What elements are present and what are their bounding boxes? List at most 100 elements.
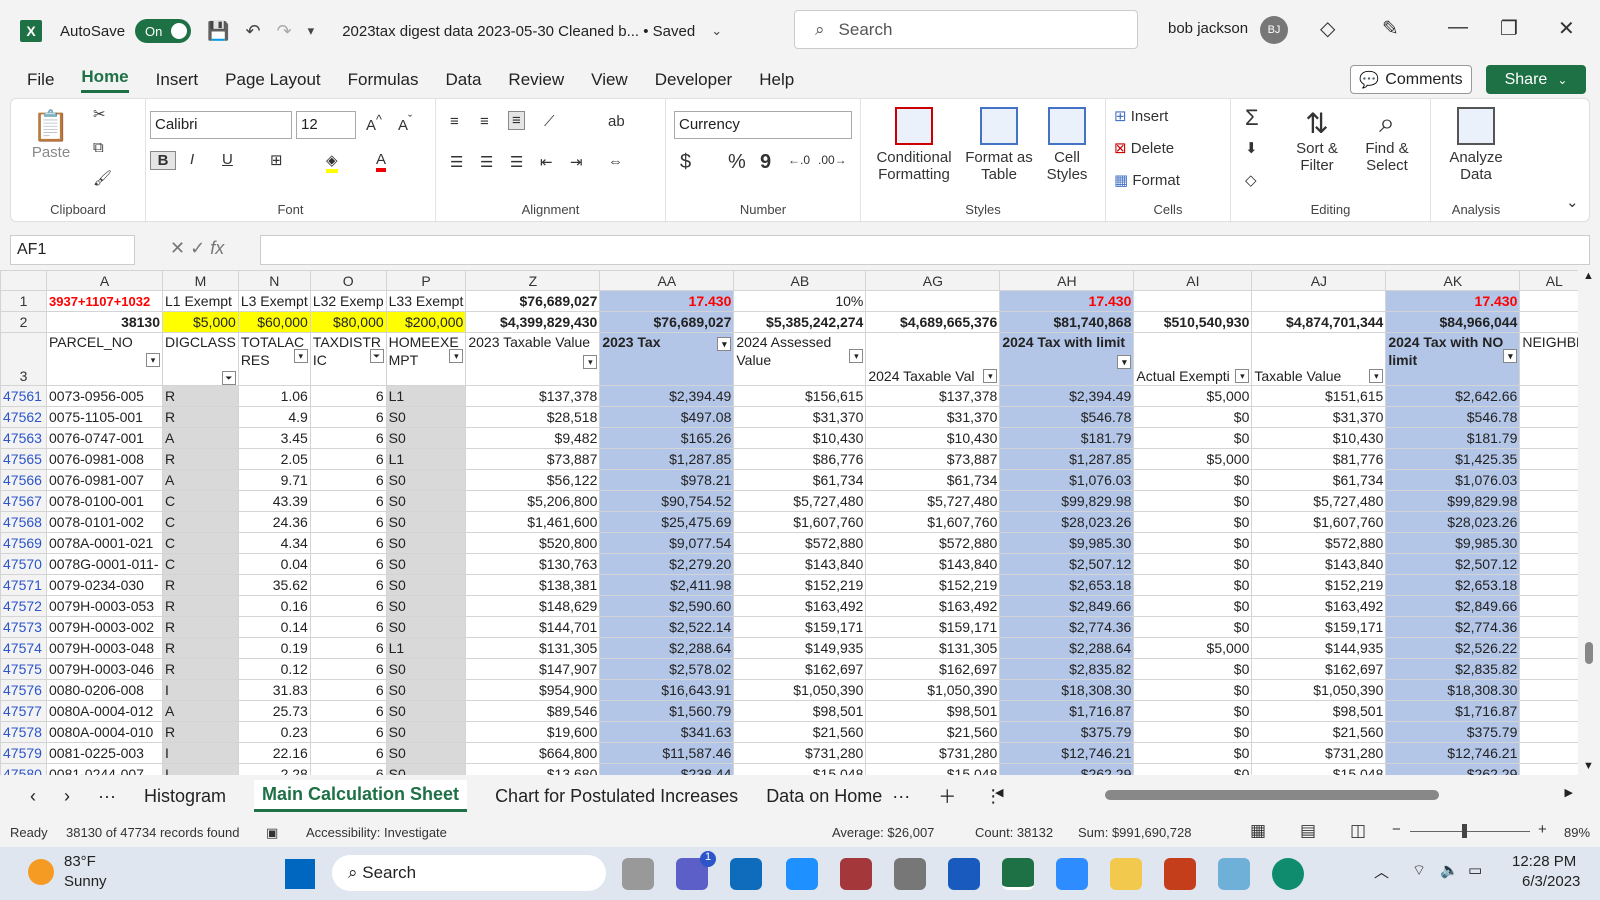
cell[interactable]: 0081-0225-003 — [46, 742, 163, 764]
cell[interactable]: $15,048 — [733, 763, 867, 775]
menu-review[interactable]: Review — [508, 70, 564, 90]
cell[interactable]: $572,880 — [865, 532, 1001, 554]
fill-icon[interactable]: ⬇ — [1245, 139, 1258, 157]
cell[interactable]: $2,507.12 — [1385, 553, 1521, 575]
find-select-button[interactable]: ⌕ Find & Select — [1355, 107, 1419, 174]
column-title[interactable]: TAXDISTR IC ⏷ — [309, 332, 387, 386]
cell[interactable]: A — [162, 427, 239, 449]
cell[interactable] — [1133, 290, 1253, 312]
cell[interactable]: $1,076.03 — [1385, 469, 1521, 491]
decrease-indent-icon[interactable]: ⇤ — [540, 153, 553, 171]
cell[interactable]: $2,774.36 — [1385, 616, 1521, 638]
cell[interactable]: S0 — [385, 595, 467, 617]
cell[interactable]: $25,475.69 — [599, 511, 735, 533]
collapse-ribbon-icon[interactable]: ⌄ — [1566, 193, 1579, 211]
paste-button[interactable]: 📋 Paste — [31, 109, 71, 161]
redo-icon[interactable]: ↷ — [277, 21, 292, 42]
cell[interactable]: 6 — [309, 742, 387, 764]
menu-insert[interactable]: Insert — [156, 70, 199, 90]
cell[interactable]: S0 — [385, 616, 467, 638]
cell[interactable]: $0 — [1133, 427, 1253, 449]
scroll-up-icon[interactable]: ▲ — [1583, 270, 1594, 282]
cell[interactable]: $5,206,800 — [465, 490, 601, 512]
cell[interactable]: 6 — [309, 469, 387, 491]
menu-help[interactable]: Help — [759, 70, 794, 90]
cell[interactable]: $1,607,760 — [733, 511, 867, 533]
cell[interactable]: $731,280 — [1251, 742, 1387, 764]
menu-formulas[interactable]: Formulas — [348, 70, 419, 90]
comments-button[interactable]: 💬 Comments — [1350, 65, 1472, 94]
access-icon[interactable] — [840, 858, 872, 890]
formula-input[interactable] — [260, 235, 1590, 265]
cell[interactable]: $86,776 — [733, 448, 867, 470]
cancel-icon[interactable]: ✕ — [170, 238, 185, 258]
cell[interactable]: $84,966,044 — [1385, 311, 1521, 333]
cell[interactable]: $1,050,390 — [1251, 679, 1387, 701]
cell[interactable]: 6 — [309, 658, 387, 680]
page-layout-view-icon[interactable]: ▤ — [1300, 821, 1316, 841]
column-header[interactable]: AK — [1385, 270, 1521, 291]
cell[interactable]: 31.83 — [237, 679, 311, 701]
cell[interactable]: 4.34 — [237, 532, 311, 554]
column-title[interactable]: PARCEL_NO ▾ — [46, 332, 163, 386]
cell[interactable]: $90,754.52 — [599, 490, 735, 512]
cell[interactable]: 0079-0234-030 — [46, 574, 163, 596]
menu-home[interactable]: Home — [81, 67, 129, 93]
cell[interactable]: $1,461,600 — [465, 511, 601, 533]
cell[interactable]: 0.16 — [237, 595, 311, 617]
cell[interactable]: 0081-0244-007 — [46, 763, 163, 775]
cell[interactable]: 6 — [309, 595, 387, 617]
row-number[interactable]: 47580 — [0, 763, 47, 775]
cell[interactable]: $0 — [1133, 742, 1253, 764]
row-number[interactable]: 47569 — [0, 532, 47, 554]
cell[interactable]: $9,482 — [465, 427, 601, 449]
cell[interactable]: $181.79 — [999, 427, 1135, 449]
fx-icon[interactable]: fx — [210, 238, 224, 258]
row-number[interactable]: 47573 — [0, 616, 47, 638]
cell[interactable]: $80,000 — [309, 311, 387, 333]
cell[interactable]: $341.63 — [599, 721, 735, 743]
cell[interactable]: 0075-1105-001 — [46, 406, 163, 428]
row-number[interactable]: 47579 — [0, 742, 47, 764]
cell[interactable]: A — [162, 700, 239, 722]
cell[interactable]: $21,560 — [865, 721, 1001, 743]
cell[interactable]: $2,835.82 — [1385, 658, 1521, 680]
cell[interactable]: 1.06 — [237, 385, 311, 407]
task-view-icon[interactable] — [622, 858, 654, 890]
cell[interactable]: $138,381 — [465, 574, 601, 596]
row-number[interactable]: 47568 — [0, 511, 47, 533]
add-sheet-icon[interactable]: ＋ — [938, 783, 956, 809]
number-format-select[interactable]: Currency — [674, 111, 852, 139]
cell[interactable]: $1,716.87 — [999, 700, 1135, 722]
cell[interactable]: 6 — [309, 427, 387, 449]
cell[interactable]: $143,840 — [733, 553, 867, 575]
cell[interactable]: $572,880 — [733, 532, 867, 554]
cell[interactable]: 4.9 — [237, 406, 311, 428]
cell[interactable]: $137,378 — [865, 385, 1001, 407]
cell[interactable]: $10,430 — [865, 427, 1001, 449]
cell[interactable]: S0 — [385, 553, 467, 575]
tab-chart-postulated-increases[interactable]: Chart for Postulated Increases — [495, 786, 738, 807]
cell[interactable]: $954,900 — [465, 679, 601, 701]
cell[interactable]: $31,370 — [865, 406, 1001, 428]
cell[interactable]: $5,000 — [162, 311, 239, 333]
row-number[interactable]: 47574 — [0, 637, 47, 659]
macro-icon[interactable]: ▣ — [266, 825, 278, 841]
cell[interactable]: $162,697 — [865, 658, 1001, 680]
menu-view[interactable]: View — [591, 70, 628, 90]
cell[interactable]: R — [162, 595, 239, 617]
cell[interactable]: R — [162, 616, 239, 638]
excel-taskbar-icon[interactable] — [1002, 858, 1034, 890]
cell[interactable]: $28,023.26 — [1385, 511, 1521, 533]
cell[interactable]: $0 — [1133, 553, 1253, 575]
zoom-level[interactable]: 89% — [1564, 825, 1590, 840]
cell[interactable]: $2,526.22 — [1385, 637, 1521, 659]
cell[interactable]: 0.12 — [237, 658, 311, 680]
select-all-corner[interactable] — [0, 270, 47, 291]
filter-dropdown-icon[interactable]: ▾ — [717, 337, 732, 351]
column-title[interactable]: DIGCLASS ⏷ — [162, 332, 239, 386]
cell[interactable]: $1,716.87 — [1385, 700, 1521, 722]
column-header[interactable]: M — [162, 270, 239, 291]
filter-dropdown-icon[interactable]: ▾ — [1235, 369, 1250, 383]
delete-cells-button[interactable]: ⊠ Delete — [1114, 139, 1174, 157]
